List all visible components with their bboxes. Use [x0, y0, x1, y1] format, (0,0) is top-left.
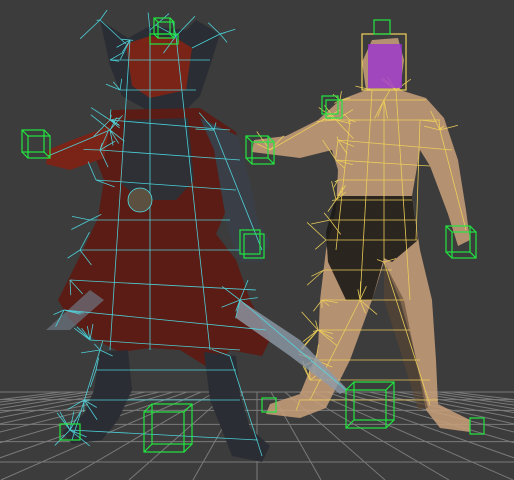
controller-cube-left-hand[interactable] — [21, 129, 51, 159]
wire-edge — [306, 269, 325, 286]
grid-line — [312, 391, 514, 480]
wire-edge — [71, 215, 91, 221]
wire-edge — [90, 107, 111, 121]
wire-edge — [311, 219, 331, 225]
wire-edge — [339, 91, 342, 101]
wire-edge — [323, 212, 331, 221]
wire-edge — [315, 239, 327, 250]
head-controller-purple[interactable] — [368, 44, 402, 88]
base-body-mesh[interactable] — [252, 19, 470, 432]
armor-right-leg — [204, 352, 270, 462]
wire-edge — [302, 329, 319, 343]
wire-edge — [99, 9, 108, 21]
wire-edge — [306, 222, 327, 241]
wire-edge — [71, 219, 91, 230]
wire-edge — [219, 32, 226, 35]
wire-edge — [79, 19, 101, 40]
head-top-controller[interactable] — [373, 19, 391, 35]
armor-belt-disc — [127, 187, 153, 213]
wire-edge — [87, 161, 97, 181]
3d-viewport[interactable] — [0, 0, 514, 480]
armor-chest-dark — [122, 118, 194, 200]
wire-edge — [93, 343, 101, 351]
wire-edge — [332, 93, 341, 101]
viewport-canvas[interactable] — [0, 0, 514, 480]
wire-edge — [219, 33, 228, 43]
controller-cube-floor-left[interactable] — [143, 403, 193, 453]
wire-edge — [81, 349, 101, 354]
wire-edge — [56, 412, 71, 431]
wire-edge — [67, 249, 81, 259]
